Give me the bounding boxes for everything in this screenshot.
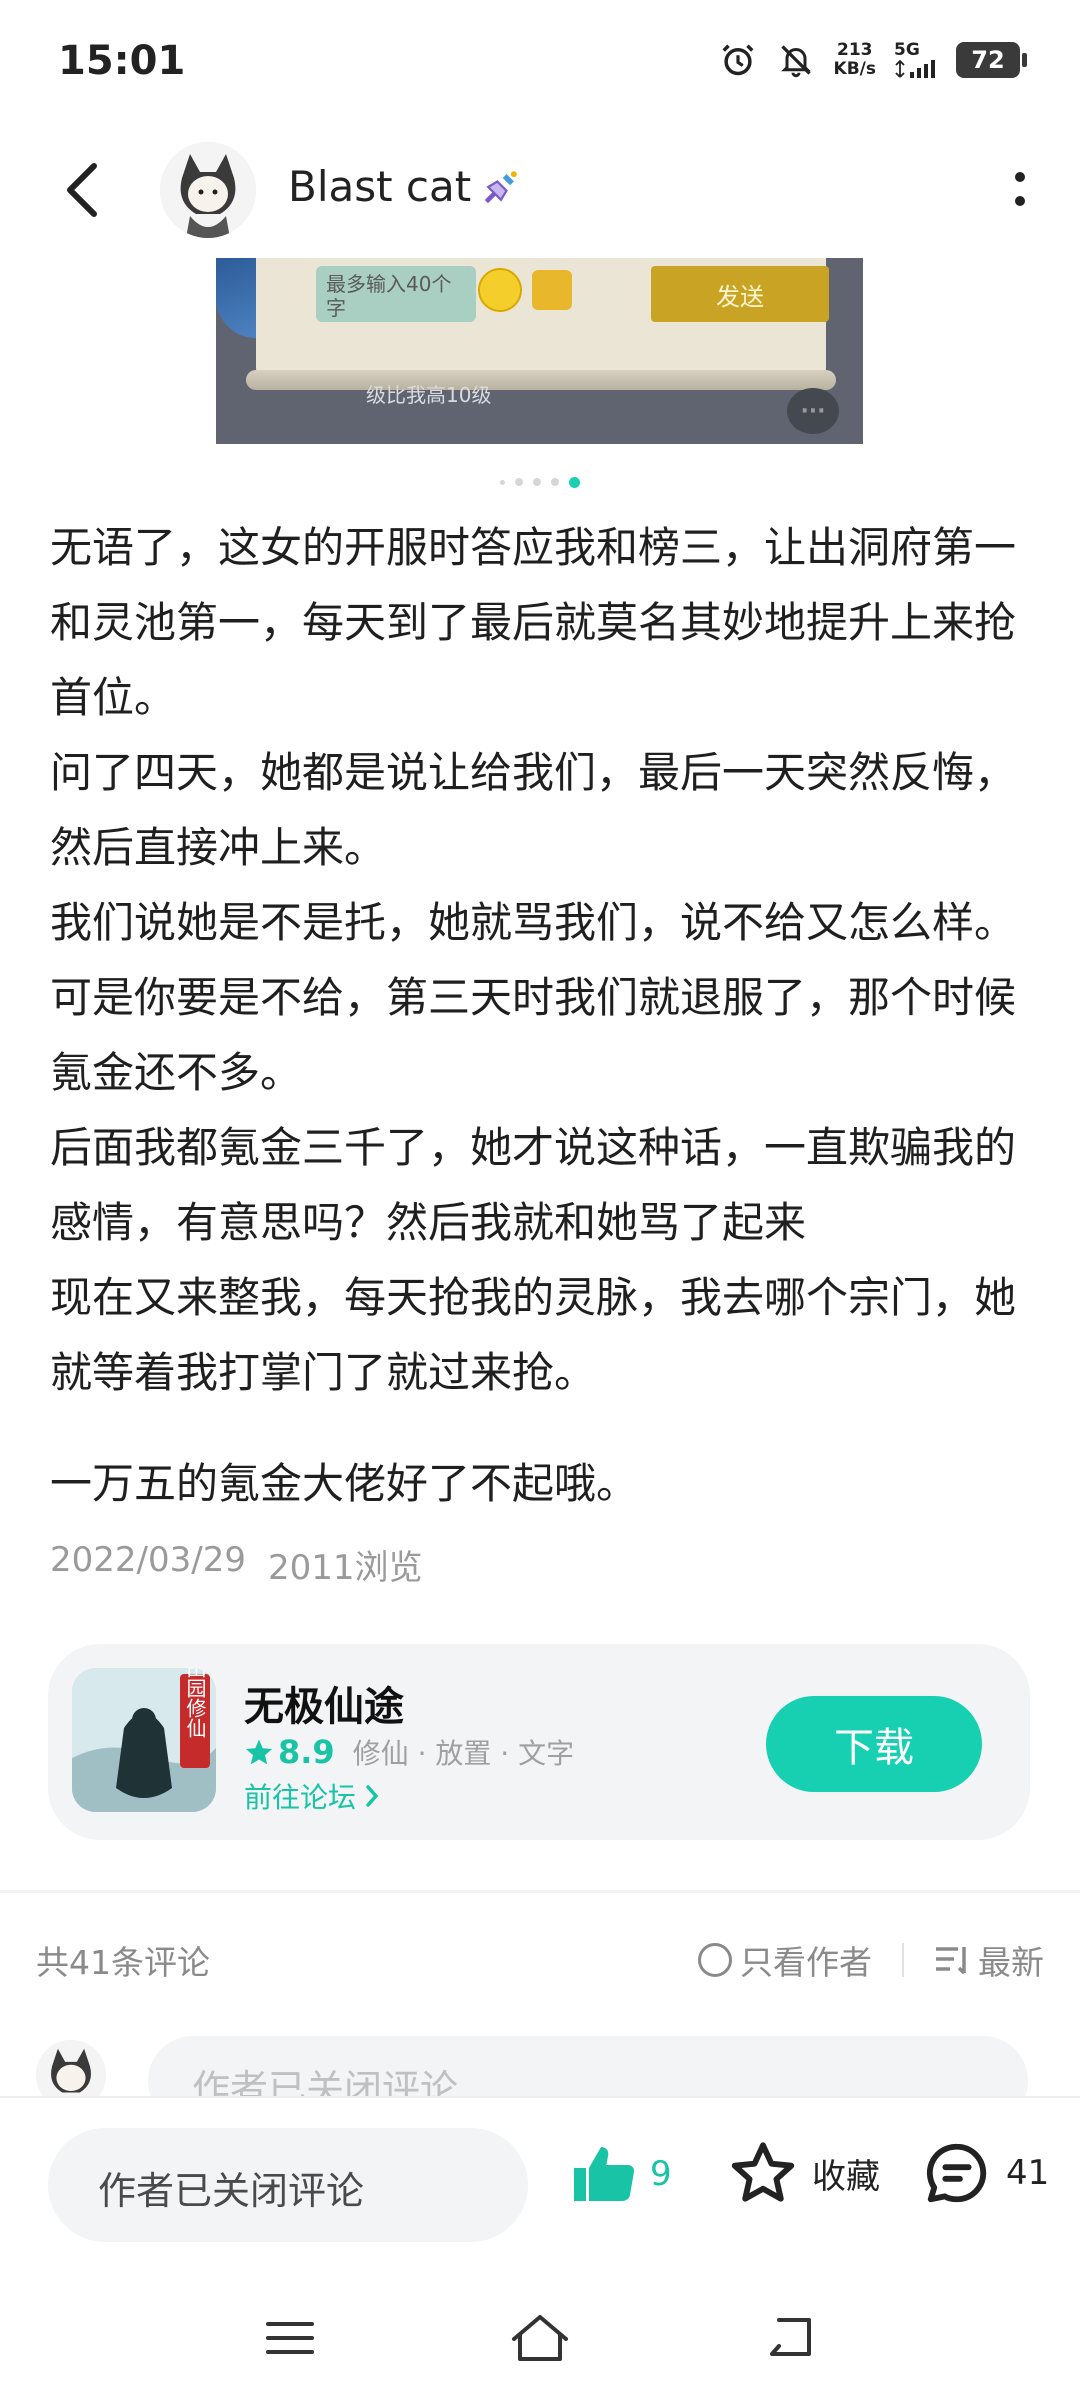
game-app-icon[interactable]: 田园修仙 bbox=[72, 1668, 216, 1812]
comment-preview-input: 作者已关闭评论 bbox=[148, 2036, 1028, 2096]
back-arrow-icon bbox=[67, 163, 97, 217]
game-send-button: 发送 bbox=[651, 266, 829, 322]
chevron-right-icon bbox=[366, 1785, 379, 1807]
signal-icon bbox=[895, 59, 935, 78]
post-header: Blast cat bbox=[0, 130, 1080, 250]
network-type: 5G bbox=[894, 40, 920, 60]
game-chat-text: 级比我高10级 bbox=[366, 383, 492, 407]
like-button[interactable]: 9 bbox=[568, 2138, 672, 2210]
game-info-row: 8.9 修仙 · 放置 · 文字 bbox=[244, 1732, 574, 1772]
forum-link[interactable]: 前往论坛 bbox=[244, 1776, 382, 1816]
carousel-dot bbox=[551, 478, 559, 486]
carousel-dot bbox=[533, 478, 541, 486]
post-closing-line: 一万五的氪金大佬好了不起哦。 bbox=[50, 1459, 639, 1508]
download-button[interactable]: 下载 bbox=[766, 1696, 982, 1792]
menu-icon bbox=[266, 2322, 314, 2354]
emoji-icon bbox=[478, 268, 522, 312]
favorite-label: 收藏 bbox=[812, 2156, 880, 2197]
like-count: 9 bbox=[650, 2154, 672, 2194]
post-paragraph: 可是你要是不给，第三天时我们就退服了，那个时候氪金还不多。 bbox=[50, 973, 1017, 1097]
grid-icon bbox=[532, 270, 572, 310]
carousel-dot bbox=[515, 478, 523, 486]
home-icon bbox=[512, 2315, 568, 2361]
carousel-dot bbox=[500, 479, 505, 485]
status-bar: 15:01 213 KB/s 5G 72 bbox=[0, 0, 1080, 130]
post-content: 无语了，这女的开服时答应我和榜三，让出洞府第一和灵池第一，每天到了最后就莫名其妙… bbox=[50, 510, 1040, 1521]
sort-button[interactable]: 最新 bbox=[934, 1936, 1044, 1984]
post-image-carousel[interactable]: 最多输入40个字 发送 级比我高10级 ··· bbox=[216, 258, 863, 444]
only-author-label: 只看作者 bbox=[740, 1943, 872, 1982]
nav-back-button[interactable] bbox=[760, 2308, 820, 2368]
carousel-dot-active bbox=[569, 476, 580, 488]
section-divider bbox=[0, 1890, 1080, 1893]
sort-icon bbox=[936, 1947, 966, 1975]
only-author-toggle[interactable]: 只看作者 bbox=[698, 1936, 872, 1984]
rating-value: 8.9 bbox=[278, 1733, 335, 1771]
signal-indicator: 5G bbox=[894, 41, 938, 79]
speed-unit: KB/s bbox=[833, 59, 876, 79]
radio-circle-icon bbox=[698, 1943, 732, 1977]
bottom-action-bar: 作者已关闭评论 9 收藏 41 bbox=[0, 2096, 1080, 2276]
game-chat-input: 最多输入40个字 bbox=[316, 266, 476, 322]
back-return-icon bbox=[770, 2318, 811, 2356]
star-outline-icon bbox=[731, 2142, 795, 2202]
post-paragraph: 现在又来整我，每天抢我的灵脉，我去哪个宗门，她就等着我打掌门了就过来抢。 bbox=[50, 1273, 1017, 1397]
back-button[interactable] bbox=[52, 155, 112, 225]
post-paragraph: 我们说她是不是托，她就骂我们，说不给又怎么样。 bbox=[50, 898, 1017, 947]
header-separator bbox=[902, 1943, 904, 1977]
status-icons: 213 KB/s 5G 72 bbox=[718, 40, 1027, 80]
game-tags: 修仙 · 放置 · 文字 bbox=[352, 1737, 575, 1770]
network-speed: 213 KB/s bbox=[834, 41, 876, 79]
chat-bubble-icon: ··· bbox=[787, 388, 839, 434]
comment-count: 41 bbox=[1006, 2153, 1050, 2193]
game-rating: 8.9 bbox=[244, 1733, 335, 1771]
post-date: 2022/03/29 bbox=[50, 1540, 246, 1580]
more-vertical-icon bbox=[1015, 172, 1025, 206]
author-avatar[interactable] bbox=[160, 142, 256, 238]
post-paragraph: 后面我都氪金三千了，她才说这种话，一直欺骗我的感情，有意思吗？然后我就和她骂了起… bbox=[50, 1123, 1017, 1247]
comment-bubble-icon bbox=[926, 2143, 987, 2203]
star-icon bbox=[245, 1739, 273, 1765]
post-meta: 2022/03/29 2011浏览 bbox=[50, 1540, 423, 1589]
forum-link-text: 前往论坛 bbox=[244, 1781, 357, 1814]
mute-bell-icon bbox=[776, 40, 816, 80]
battery-icon: 72 bbox=[956, 42, 1027, 78]
author-name-text: Blast cat bbox=[288, 162, 472, 211]
speed-value: 213 bbox=[837, 40, 873, 60]
post-paragraph: 无语了，这女的开服时答应我和榜三，让出洞府第一和灵池第一，每天到了最后就莫名其妙… bbox=[50, 523, 1017, 722]
comments-count: 共41条评论 bbox=[36, 1943, 210, 1982]
game-icon-badge-text: 田园修仙 bbox=[183, 1668, 207, 1738]
nav-menu-button[interactable] bbox=[260, 2308, 320, 2368]
comments-header: 共41条评论 只看作者 最新 bbox=[36, 1930, 1044, 1990]
alarm-icon bbox=[718, 40, 758, 80]
comments-button[interactable]: 41 bbox=[922, 2138, 1049, 2208]
game-chat-panel: 最多输入40个字 发送 bbox=[256, 258, 829, 378]
game-name[interactable]: 无极仙途 bbox=[244, 1674, 404, 1732]
broom-badge-icon bbox=[484, 170, 517, 203]
status-time: 15:01 bbox=[58, 38, 186, 84]
scroll-rod bbox=[246, 370, 836, 390]
user-avatar bbox=[36, 2040, 106, 2096]
more-options-button[interactable] bbox=[1000, 160, 1040, 220]
post-paragraph: 问了四天，她都是说让给我们，最后一天突然反悔，然后直接冲上来。 bbox=[50, 748, 1017, 872]
sort-label: 最新 bbox=[978, 1943, 1044, 1982]
carousel-indicator bbox=[0, 476, 1080, 488]
post-views: 2011浏览 bbox=[267, 1548, 423, 1588]
game-card[interactable]: 田园修仙 无极仙途 8.9 修仙 · 放置 · 文字 前往论坛 下载 bbox=[48, 1644, 1030, 1840]
thumbs-up-icon bbox=[574, 2147, 635, 2202]
author-name[interactable]: Blast cat bbox=[288, 162, 523, 211]
system-nav-bar bbox=[0, 2276, 1080, 2400]
favorite-button[interactable]: 收藏 bbox=[728, 2138, 880, 2208]
comment-input[interactable]: 作者已关闭评论 bbox=[48, 2128, 528, 2242]
nav-home-button[interactable] bbox=[510, 2308, 570, 2368]
comment-compose-preview: 作者已关闭评论 bbox=[36, 2036, 1044, 2096]
